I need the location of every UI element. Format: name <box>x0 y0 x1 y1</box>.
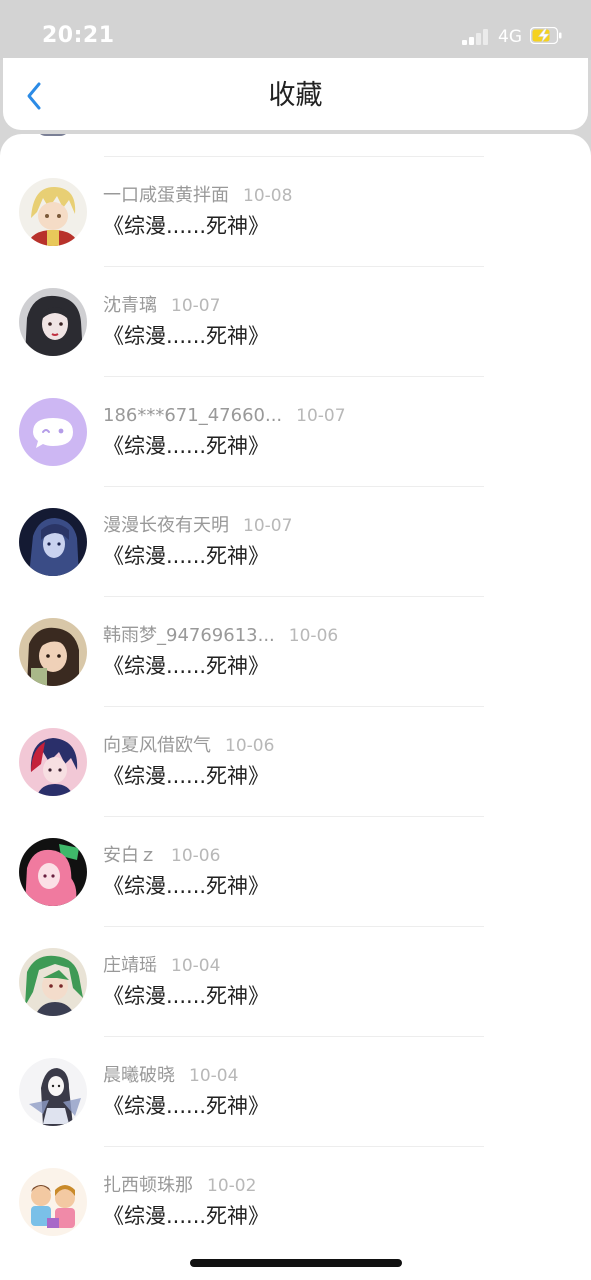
item-meta: 庄靖瑶 10-04 <box>103 954 220 978</box>
row-divider <box>104 926 484 927</box>
anime-avatar-green-hair-icon <box>19 948 87 1016</box>
user-name: 漫漫长夜有天明 <box>103 515 229 536</box>
row-divider <box>104 376 484 377</box>
item-date: 10-07 <box>296 406 346 426</box>
row-divider <box>104 156 484 157</box>
nav-header: 收藏 <box>3 58 588 130</box>
item-meta: 安白ｚ 10-06 <box>103 844 220 868</box>
item-meta: 韩雨梦_94769613... 10-06 <box>103 624 338 648</box>
item-meta: 漫漫长夜有天明 10-07 <box>103 514 292 538</box>
anime-avatar-redblue-icon <box>19 728 87 796</box>
list-item[interactable]: 庄靖瑶 10-04 《综漫......死神》 <box>0 904 591 1016</box>
photo-avatar-girl-icon <box>19 618 87 686</box>
user-name: 庄靖瑶 <box>103 955 157 976</box>
book-title[interactable]: 《综漫......死神》 <box>103 762 269 790</box>
avatar[interactable] <box>19 508 87 576</box>
user-name: 186***671_47660... <box>103 405 283 426</box>
list-item[interactable]: 扎西顿珠那 10-02 《综漫......死神》 <box>0 1124 591 1236</box>
cartoon-kids-avatar-icon <box>19 1168 87 1236</box>
book-title[interactable]: 《综漫......死神》 <box>103 1202 269 1230</box>
book-title[interactable]: 《综漫......死神》 <box>103 652 269 680</box>
list-item[interactable]: 韩雨梦_94769613... 10-06 《综漫......死神》 <box>0 574 591 686</box>
avatar[interactable] <box>19 1168 87 1236</box>
row-divider <box>104 1036 484 1037</box>
row-divider <box>104 596 484 597</box>
list-item[interactable]: 漫漫长夜有天明 10-07 《综漫......死神》 <box>0 464 591 576</box>
book-title[interactable]: 《综漫......死神》 <box>103 542 269 570</box>
avatar[interactable] <box>19 728 87 796</box>
book-title[interactable]: 《综漫......死神》 <box>103 212 269 240</box>
item-date: 10-06 <box>225 736 275 756</box>
list-item[interactable]: 一口咸蛋黄拌面 10-08 《综漫......死神》 <box>0 134 591 246</box>
book-title[interactable]: 《综漫......死神》 <box>103 432 269 460</box>
sketch-avatar-icon <box>19 1058 87 1126</box>
avatar[interactable] <box>19 948 87 1016</box>
anime-avatar-blonde-icon <box>19 178 87 246</box>
user-name: 一口咸蛋黄拌面 <box>103 185 229 206</box>
avatar[interactable] <box>19 178 87 246</box>
status-time: 20:21 <box>42 23 115 48</box>
item-meta: 沈青璃 10-07 <box>103 294 220 318</box>
item-date: 10-08 <box>243 186 293 206</box>
avatar[interactable] <box>19 618 87 686</box>
item-date: 10-04 <box>171 956 221 976</box>
default-chat-bubble-avatar-icon <box>19 398 87 466</box>
list-item[interactable]: 186***671_47660... 10-07 《综漫......死神》 <box>0 354 591 466</box>
row-divider <box>104 266 484 267</box>
list-item[interactable]: 晨曦破晓 10-04 《综漫......死神》 <box>0 1014 591 1126</box>
item-date: 10-06 <box>288 626 339 646</box>
anime-avatar-pink-hair-icon <box>19 838 87 906</box>
user-name: 韩雨梦_94769613... <box>103 625 275 646</box>
row-divider <box>104 706 484 707</box>
user-name: 晨曦破晓 <box>103 1065 175 1086</box>
user-name: 向夏风借欧气 <box>103 735 211 756</box>
network-type: 4G <box>498 27 522 47</box>
avatar[interactable] <box>19 1058 87 1126</box>
anime-avatar-night-icon <box>19 508 87 576</box>
item-meta: 晨曦破晓 10-04 <box>103 1064 238 1088</box>
favorites-list: 一口咸蛋黄拌面 10-08 《综漫......死神》 沈青璃 10-07 《综漫..… <box>0 134 591 1280</box>
book-title[interactable]: 《综漫......死神》 <box>103 1092 269 1120</box>
row-divider <box>104 486 484 487</box>
item-meta: 186***671_47660... 10-07 <box>103 404 346 428</box>
item-date: 10-07 <box>171 296 221 316</box>
item-date: 10-06 <box>171 846 221 866</box>
user-name: 沈青璃 <box>103 295 157 316</box>
list-item[interactable]: 安白ｚ 10-06 《综漫......死神》 <box>0 794 591 906</box>
battery-charging-icon <box>529 26 562 45</box>
user-name: 安白ｚ <box>103 845 157 866</box>
item-date: 10-07 <box>243 516 293 536</box>
item-date: 10-02 <box>207 1176 257 1196</box>
avatar[interactable] <box>19 288 87 356</box>
status-bar: 20:21 4G <box>0 0 591 60</box>
list-item[interactable]: 向夏风借欧气 10-06 《综漫......死神》 <box>0 684 591 796</box>
row-divider <box>104 1146 484 1147</box>
item-meta: 一口咸蛋黄拌面 10-08 <box>103 184 292 208</box>
home-indicator[interactable] <box>190 1259 402 1267</box>
row-divider <box>104 816 484 817</box>
book-title[interactable]: 《综漫......死神》 <box>103 322 269 350</box>
avatar[interactable] <box>19 838 87 906</box>
anime-avatar-dark-hair-icon <box>19 288 87 356</box>
cellular-signal-icon <box>462 29 492 45</box>
item-meta: 扎西顿珠那 10-02 <box>103 1174 256 1198</box>
book-title[interactable]: 《综漫......死神》 <box>103 982 269 1010</box>
user-name: 扎西顿珠那 <box>103 1175 193 1196</box>
avatar[interactable] <box>19 398 87 466</box>
item-meta: 向夏风借欧气 10-06 <box>103 734 274 758</box>
list-item[interactable]: 沈青璃 10-07 《综漫......死神》 <box>0 244 591 356</box>
item-date: 10-04 <box>189 1066 239 1086</box>
book-title[interactable]: 《综漫......死神》 <box>103 872 269 900</box>
page-title: 收藏 <box>268 80 323 111</box>
